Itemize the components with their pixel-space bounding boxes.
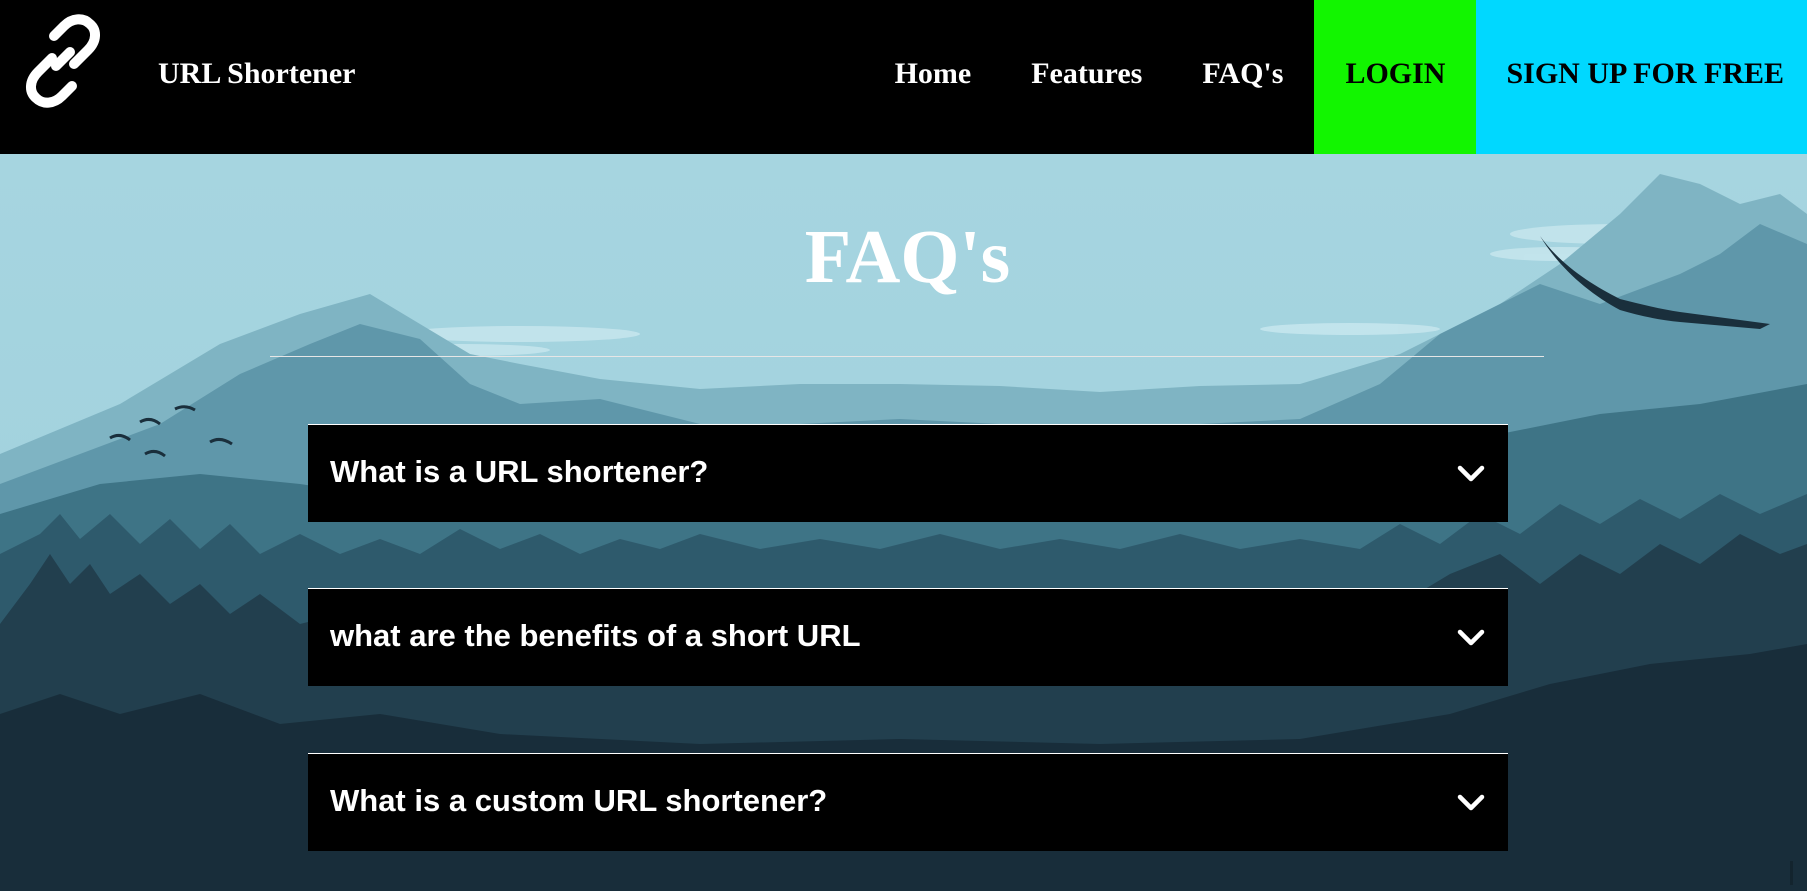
chevron-down-icon[interactable] xyxy=(1456,623,1486,653)
scroll-handle[interactable] xyxy=(1787,861,1799,885)
navbar: URL Shortener Home Features FAQ's LOGIN … xyxy=(0,0,1807,154)
faq-item[interactable]: What is a custom URL shortener? xyxy=(308,753,1508,851)
nav-features-link[interactable]: Features xyxy=(1001,0,1172,154)
faq-question: What is a custom URL shortener? xyxy=(330,783,828,818)
title-divider xyxy=(270,356,1544,357)
faq-question: What is a URL shortener? xyxy=(330,454,709,489)
nav-home-link[interactable]: Home xyxy=(865,0,1002,154)
faq-section: FAQ's What is a URL shortener? what are … xyxy=(0,154,1807,891)
link-icon[interactable] xyxy=(16,14,110,108)
chevron-down-icon[interactable] xyxy=(1456,459,1486,489)
nav-links: Home Features FAQ's LOGIN SIGN UP FOR FR… xyxy=(865,0,1807,154)
faq-item[interactable]: What is a URL shortener? xyxy=(308,424,1508,522)
signup-button[interactable]: SIGN UP FOR FREE xyxy=(1476,0,1807,154)
nav-faqs-link[interactable]: FAQ's xyxy=(1172,0,1313,154)
faq-item[interactable]: what are the benefits of a short URL xyxy=(308,588,1508,686)
page-title: FAQ's xyxy=(804,215,1011,299)
login-button[interactable]: LOGIN xyxy=(1314,0,1477,154)
chevron-down-icon[interactable] xyxy=(1456,788,1486,818)
brand-name[interactable]: URL Shortener xyxy=(158,54,356,94)
faq-question: what are the benefits of a short URL xyxy=(330,618,861,653)
page: URL Shortener Home Features FAQ's LOGIN … xyxy=(0,0,1807,891)
